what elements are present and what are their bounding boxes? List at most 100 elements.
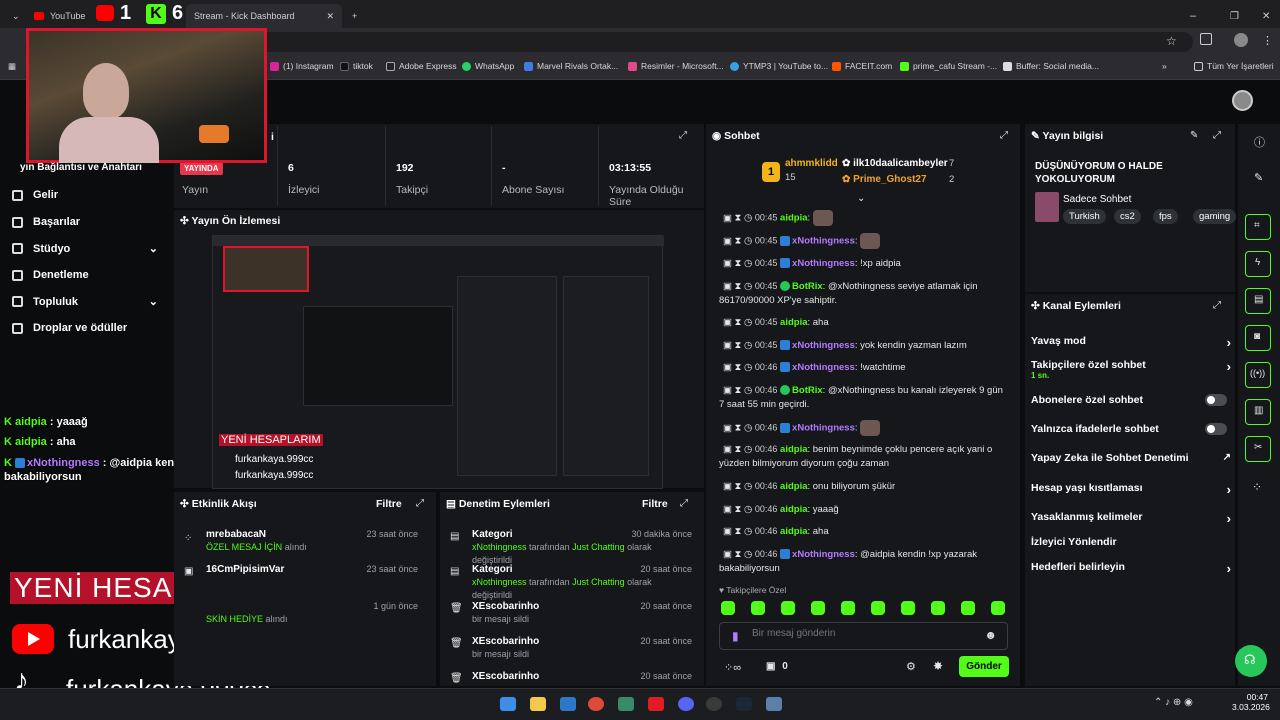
file-explorer-icon[interactable] [530,697,546,711]
channel-action-item[interactable]: İzleyici Yönlendir [1031,536,1231,548]
chat-username[interactable]: xNothingness [792,362,855,373]
chat-message[interactable]: ▣ ⧗ ◷ 00:46 xNothingness: !watchtime [719,360,1009,375]
chat-username[interactable]: aidpia [780,526,807,537]
tab-kick-dashboard[interactable]: Stream - Kick Dashboard ✕ [186,4,342,28]
moderation-row[interactable]: ▤ Kategori xNothingness tarafından Just Ch… [450,563,692,602]
mail-icon[interactable] [560,697,576,711]
chat-message[interactable]: ▣ ⧗ ◷ 00:46 xNothingness: @aidpia kendin… [719,547,1009,576]
chat-username[interactable]: xNothingness [792,340,855,351]
send-button[interactable]: Gönder [959,656,1009,677]
chat-username[interactable]: aidpia [780,481,807,492]
emoji-icon[interactable]: ☻ [984,628,997,642]
chat-message[interactable]: ▣ ⧗ ◷ 00:45 aidpia: aha [719,315,1009,330]
chat-message[interactable]: ▣ ⧗ ◷ 00:45 aidpia: [719,210,1009,226]
more-bookmarks-icon[interactable]: » [1162,61,1167,71]
kick-emote-icon[interactable] [751,601,765,615]
chat-message[interactable]: ▣ ⧗ ◷ 00:46 aidpia: onu biliyorum şükür [719,479,1009,494]
activity-filter-button[interactable]: Filtre [376,498,402,510]
chat-message[interactable]: ▣ ⧗ ◷ 00:45 xNothingness: [719,233,1009,249]
bookmark-instagram[interactable]: (1) Instagram [270,61,334,71]
kick-emote-icon[interactable] [721,601,735,615]
minimize-button[interactable]: – [1182,4,1204,28]
kick-emote-icon[interactable] [961,601,975,615]
people-icon[interactable]: ⁘ [1252,480,1262,494]
quick-action-tools[interactable]: ✂ [1245,436,1271,462]
apps-grid-icon[interactable]: ▦ [8,61,16,72]
expand-actions-icon[interactable]: ⤢ [1213,300,1221,311]
discord-icon[interactable] [678,697,694,711]
youtube-app-icon[interactable] [648,697,664,711]
quick-action-notes[interactable]: ▤ [1245,288,1271,314]
moderation-row[interactable]: 🗑 XEscobarinho bir mesajı sildi 20 saat önc… [450,600,692,626]
windows-start-icon[interactable] [500,697,516,711]
chat-username[interactable]: aidpia [780,317,807,328]
channel-points-icon[interactable]: ⁘∞ [724,661,741,674]
close-tab-icon[interactable]: ✕ [326,11,334,22]
kick-emote-icon[interactable] [811,601,825,615]
chat-message[interactable]: ▣ ⧗ ◷ 00:46 aidpia: aha [719,524,1009,539]
chat-message[interactable]: ▣ ⧗ ◷ 00:46 aidpia: yaaağ [719,502,1009,517]
steam-icon[interactable] [736,697,752,711]
stream-preview-video[interactable]: YENİ HESAPLARIM furkankaya.999cc furkank… [212,235,664,489]
mod-shield-icon[interactable]: ✸ [933,659,943,673]
new-tab-button[interactable]: + [344,4,365,28]
tag-pill[interactable]: cs2 [1114,209,1141,224]
user-avatar[interactable] [1232,90,1253,111]
moderation-row[interactable]: ▤ Kategori xNothingness tarafından Just Ch… [450,528,692,567]
kick-emote-icon[interactable] [901,601,915,615]
quick-action-print[interactable]: ▥ [1245,399,1271,425]
activity-row[interactable]: ⁘ mrebabacaN ÖZEL MESAJ İÇİN alındı 23 sa… [184,528,428,554]
tab-list-chevron-icon[interactable]: ⌄ [4,4,24,28]
chat-settings-icon[interactable]: ⚙ [906,660,916,673]
chat-username[interactable]: xNothingness [792,236,855,247]
chat-username[interactable]: xNothingness [792,549,855,560]
obs-icon[interactable] [706,697,722,711]
chat-message[interactable]: ▣ ⧗ ◷ 00:45 xNothingness: !xp aidpia [719,256,1009,271]
sidebar-item-gelir[interactable]: Gelir [12,189,58,201]
moderation-filter-button[interactable]: Filtre [642,498,668,510]
channel-action-item[interactable]: Yalnızca ifadelerle sohbet [1031,423,1231,435]
chrome-icon[interactable] [588,697,604,711]
tag-pill[interactable]: Turkish [1063,209,1106,224]
bookmark-microsoft[interactable]: Resimler - Microsoft... [628,61,724,71]
bookmark-whatsapp[interactable]: WhatsApp [462,61,514,71]
kick-emote-icon[interactable] [991,601,1005,615]
bookmark-ytmp3[interactable]: YTMP3 | YouTube to... [730,61,828,71]
channel-action-item[interactable]: Abonelere özel sohbet [1031,394,1231,406]
bookmark-faceit[interactable]: FACEIT.com [832,61,892,71]
kick-emote-icon[interactable] [841,601,855,615]
channel-action-item[interactable]: Yasaklanmış kelimeler › [1031,511,1231,526]
toggle-switch[interactable] [1205,394,1227,406]
bookmark-tiktok[interactable]: tiktok [340,61,373,71]
edit-info-icon[interactable]: ✎ [1190,130,1198,141]
channel-action-item[interactable]: Takipçilere özel sohbet 1 sn. › [1031,359,1231,380]
chat-message[interactable]: ▣ ⧗ ◷ 00:46 aidpia: benim beynimde çoklu… [719,442,1009,471]
quick-action-chat[interactable]: ◙ [1245,325,1271,351]
chat-username[interactable]: aidpia [780,504,807,515]
chat-message[interactable]: ▣ ⧗ ◷ 00:45 xNothingness: yok kendin yaz… [719,338,1009,353]
browser-menu-icon[interactable]: ⋮ [1262,34,1273,47]
chat-username[interactable]: aidpia [780,444,807,455]
sidebar-item-basarilar[interactable]: Başarılar [12,216,80,228]
activity-row[interactable]: SKİN HEDİYE alındı 1 gün önce [184,600,428,626]
quick-action-clip[interactable]: ⌗ [1245,214,1271,240]
chat-input[interactable]: ▮ ☻ [719,622,1008,650]
tag-pill[interactable]: fps [1153,209,1178,224]
channel-action-item[interactable]: Yavaş mod › [1031,335,1231,350]
all-bookmarks[interactable]: Tüm Yer İşaretleri [1194,61,1274,71]
system-tray-icons[interactable]: ⌃ ♪ ⊕ ◉ [1154,697,1193,708]
quick-action-broadcast[interactable]: ((•)) [1245,362,1271,388]
collapse-leaderboard-icon[interactable]: ⌄ [857,193,865,204]
sidebar-item-droplar[interactable]: Droplar ve ödüller [12,322,127,334]
info-icon[interactable]: ⓘ [1254,134,1265,150]
toggle-switch[interactable] [1205,423,1227,435]
chat-message[interactable]: ▣ ⧗ ◷ 00:46 xNothingness: [719,420,1009,436]
chat-username[interactable]: BotRix [792,281,823,292]
kick-emote-icon[interactable] [781,601,795,615]
channel-action-item[interactable]: Hesap yaşı kısıtlaması › [1031,482,1231,497]
chat-username[interactable]: BotRix [792,385,823,396]
close-window-button[interactable]: ✕ [1254,4,1278,28]
tag-pill[interactable]: gaming [1193,209,1237,224]
pencil-icon[interactable]: ✎ [1254,171,1263,184]
bookmark-marvel-rivals[interactable]: Marvel Rivals Ortak... [524,61,618,71]
